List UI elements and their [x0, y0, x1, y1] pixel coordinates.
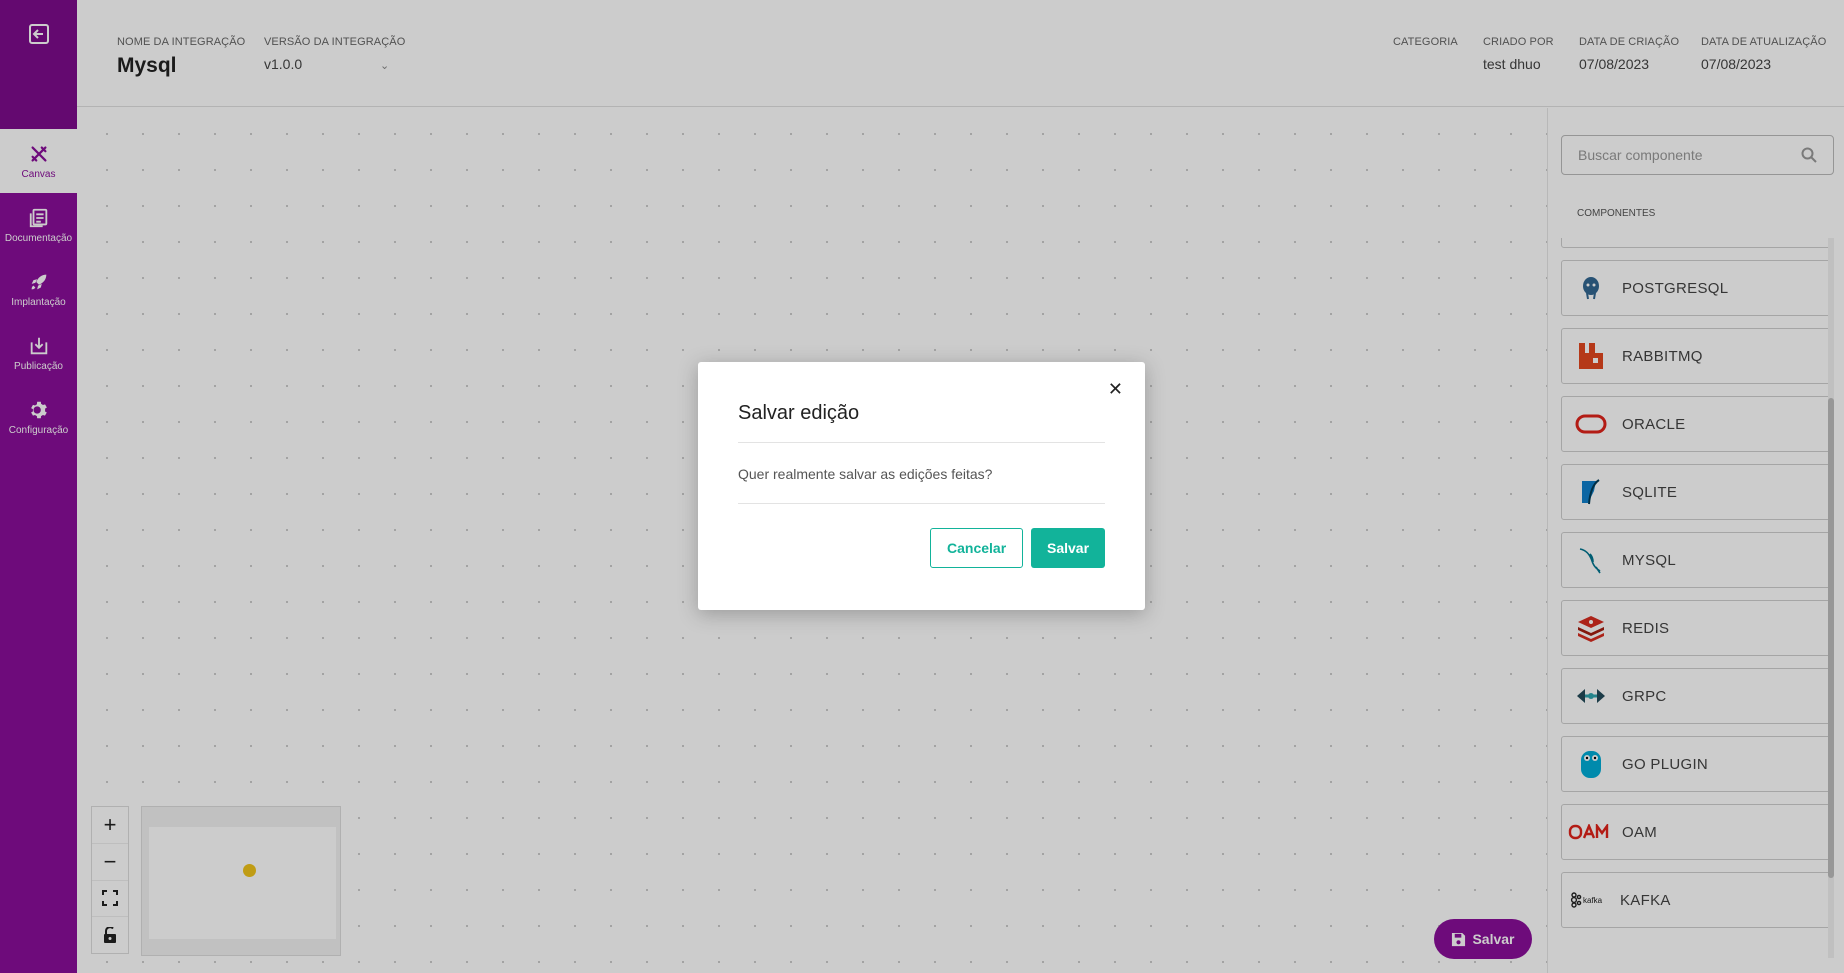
close-button[interactable]: ✕ [1108, 380, 1123, 398]
cancel-button[interactable]: Cancelar [930, 528, 1023, 568]
dialog-message: Quer realmente salvar as edições feitas? [738, 443, 1105, 504]
save-confirm-dialog: ✕ Salvar edição Quer realmente salvar as… [698, 362, 1145, 610]
dialog-title: Salvar edição [738, 402, 1105, 443]
close-icon: ✕ [1107, 379, 1123, 399]
dialog-actions: Cancelar Salvar [738, 528, 1105, 568]
confirm-save-button[interactable]: Salvar [1031, 528, 1105, 568]
